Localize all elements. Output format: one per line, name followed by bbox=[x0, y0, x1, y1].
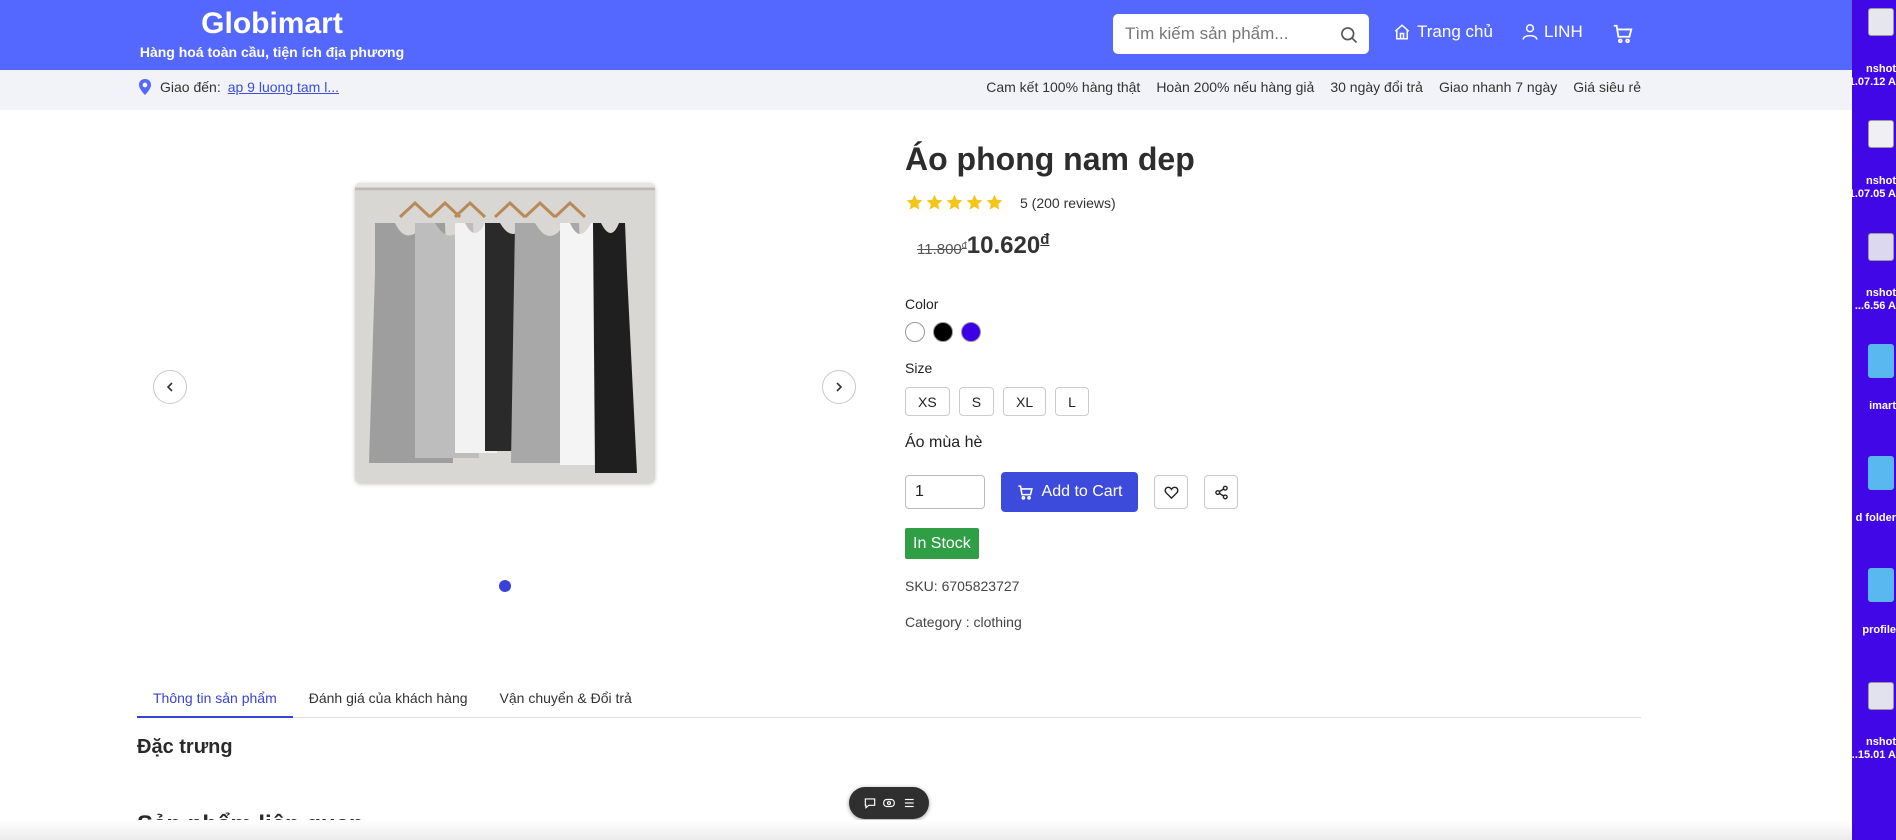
color-swatch[interactable] bbox=[961, 322, 981, 342]
product-sku: SKU: 6705823727 bbox=[905, 578, 1020, 594]
cart-icon bbox=[1613, 24, 1633, 44]
heart-icon bbox=[1164, 486, 1178, 499]
new-price: 10.620đ bbox=[966, 231, 1050, 259]
nav-cart-link[interactable] bbox=[1612, 23, 1634, 50]
promo-list: Cam kết 100% hàng thật Hoàn 200% nếu hàn… bbox=[986, 79, 1641, 95]
size-option-l[interactable]: L bbox=[1055, 387, 1089, 416]
product-photo bbox=[355, 183, 655, 483]
tab-shipping-returns[interactable]: Vận chuyển & Đổi trả bbox=[484, 684, 648, 718]
add-to-cart-label: Add to Cart bbox=[1041, 483, 1123, 500]
search-icon[interactable] bbox=[1339, 25, 1359, 45]
features-heading: Đặc trưng bbox=[137, 736, 233, 758]
cart-icon bbox=[1017, 484, 1033, 500]
product-title: Áo phong nam dep bbox=[905, 141, 1195, 177]
delivery-address-link[interactable]: ap 9 luong tam l... bbox=[228, 79, 339, 95]
home-icon bbox=[1394, 24, 1410, 40]
star-icon bbox=[986, 194, 1003, 210]
gallery-next-button[interactable] bbox=[822, 370, 856, 404]
file-label: nshot ..15.01 A bbox=[1852, 736, 1896, 761]
product-category: Category : clothing bbox=[905, 614, 1022, 630]
gallery-dot-active[interactable] bbox=[499, 580, 511, 592]
brand-logo[interactable]: Globimart Hàng hoá toàn cầu, tiện ích đị… bbox=[137, 7, 407, 61]
site-header: Globimart Hàng hoá toàn cầu, tiện ích đị… bbox=[0, 0, 1852, 70]
promo-item: Giao nhanh 7 ngày bbox=[1438, 79, 1558, 95]
star-icon bbox=[966, 194, 983, 210]
folder-label: profile bbox=[1862, 624, 1896, 636]
share-icon bbox=[1214, 485, 1228, 499]
folder-label: d folder bbox=[1855, 512, 1896, 524]
add-to-cart-button[interactable]: Add to Cart bbox=[1001, 472, 1138, 512]
old-price: 11.800đ bbox=[917, 240, 967, 258]
share-button[interactable] bbox=[1204, 475, 1238, 509]
wishlist-button[interactable] bbox=[1154, 475, 1188, 509]
rating-stars bbox=[905, 193, 1004, 212]
product-tabs: Thông tin sản phẩm Đánh giá của khách hà… bbox=[137, 684, 1641, 718]
promo-item: 30 ngày đổi trả bbox=[1330, 79, 1423, 95]
chevron-right-icon bbox=[836, 382, 843, 392]
nav-user-link[interactable]: LINH bbox=[1521, 22, 1583, 42]
size-option-s[interactable]: S bbox=[958, 387, 995, 416]
promo-item: Cam kết 100% hàng thật bbox=[986, 79, 1141, 95]
star-icon bbox=[926, 194, 943, 210]
promo-item: Hoàn 200% nếu hàng giả bbox=[1156, 79, 1315, 95]
size-label: Size bbox=[905, 360, 933, 376]
gallery-prev-button[interactable] bbox=[153, 370, 187, 404]
folder-icon bbox=[1868, 344, 1894, 378]
nav-home-label: Trang chủ bbox=[1417, 22, 1493, 41]
color-swatch[interactable] bbox=[905, 322, 925, 342]
file-label: nshot ...6.56 A bbox=[1854, 287, 1896, 312]
product-rating[interactable]: 5 (200 reviews) bbox=[905, 193, 1116, 212]
comment-icon[interactable] bbox=[863, 796, 877, 810]
folder-label: imart bbox=[1869, 400, 1896, 412]
promo-item: Giá siêu rẻ bbox=[1573, 79, 1641, 95]
size-options: XS S XL L bbox=[905, 387, 1089, 416]
user-icon bbox=[1522, 24, 1538, 40]
rating-text: 5 (200 reviews) bbox=[1020, 194, 1116, 211]
color-label: Color bbox=[905, 296, 939, 312]
product-image[interactable] bbox=[355, 183, 655, 483]
file-label: nshot 1.07.05 A bbox=[1852, 175, 1896, 200]
delivery-label: Giao đến: bbox=[160, 79, 221, 95]
color-swatch[interactable] bbox=[933, 322, 953, 342]
color-swatches bbox=[905, 322, 981, 342]
page-bottom-edge bbox=[0, 820, 1852, 840]
nav-user-label: LINH bbox=[1544, 22, 1583, 41]
price-block: 11.800đ 10.620đ bbox=[917, 231, 1049, 260]
file-label: nshot 1.07.12 A bbox=[1852, 63, 1896, 88]
list-icon[interactable] bbox=[902, 796, 916, 810]
brand-tagline: Hàng hoá toàn cầu, tiện ích địa phương bbox=[139, 44, 405, 60]
info-bar: Giao đến: ap 9 luong tam l... Cam kết 10… bbox=[0, 70, 1852, 110]
star-icon bbox=[906, 194, 923, 210]
stock-badge: In Stock bbox=[905, 528, 979, 559]
tab-customer-reviews[interactable]: Đánh giá của khách hàng bbox=[293, 684, 484, 718]
tab-product-info[interactable]: Thông tin sản phẩm bbox=[137, 684, 293, 718]
file-thumbnail bbox=[1868, 682, 1894, 710]
folder-icon bbox=[1868, 568, 1894, 602]
file-thumbnail bbox=[1868, 8, 1894, 36]
browser-viewport: Globimart Hàng hoá toàn cầu, tiện ích đị… bbox=[0, 0, 1852, 840]
product-variant: Áo mùa hè bbox=[905, 434, 983, 451]
brand-name: Globimart bbox=[201, 7, 343, 40]
folder-icon bbox=[1868, 456, 1894, 490]
star-icon bbox=[946, 194, 963, 210]
quantity-input[interactable] bbox=[905, 475, 985, 509]
floating-toolbar bbox=[849, 787, 929, 819]
size-option-xl[interactable]: XL bbox=[1003, 387, 1047, 416]
location-pin-icon bbox=[139, 79, 151, 95]
nav-home-link[interactable]: Trang chủ bbox=[1393, 22, 1493, 42]
view-icon[interactable] bbox=[882, 796, 896, 810]
file-thumbnail bbox=[1868, 233, 1894, 261]
desktop-background: nshot 1.07.12 A nshot 1.07.05 A nshot ...6.… bbox=[1852, 0, 1896, 840]
search-input[interactable] bbox=[1113, 14, 1323, 54]
search-box bbox=[1113, 14, 1369, 54]
file-thumbnail bbox=[1868, 120, 1894, 148]
chevron-left-icon bbox=[166, 382, 173, 392]
delivery-location: Giao đến: ap 9 luong tam l... bbox=[137, 78, 339, 96]
size-option-xs[interactable]: XS bbox=[905, 387, 950, 416]
